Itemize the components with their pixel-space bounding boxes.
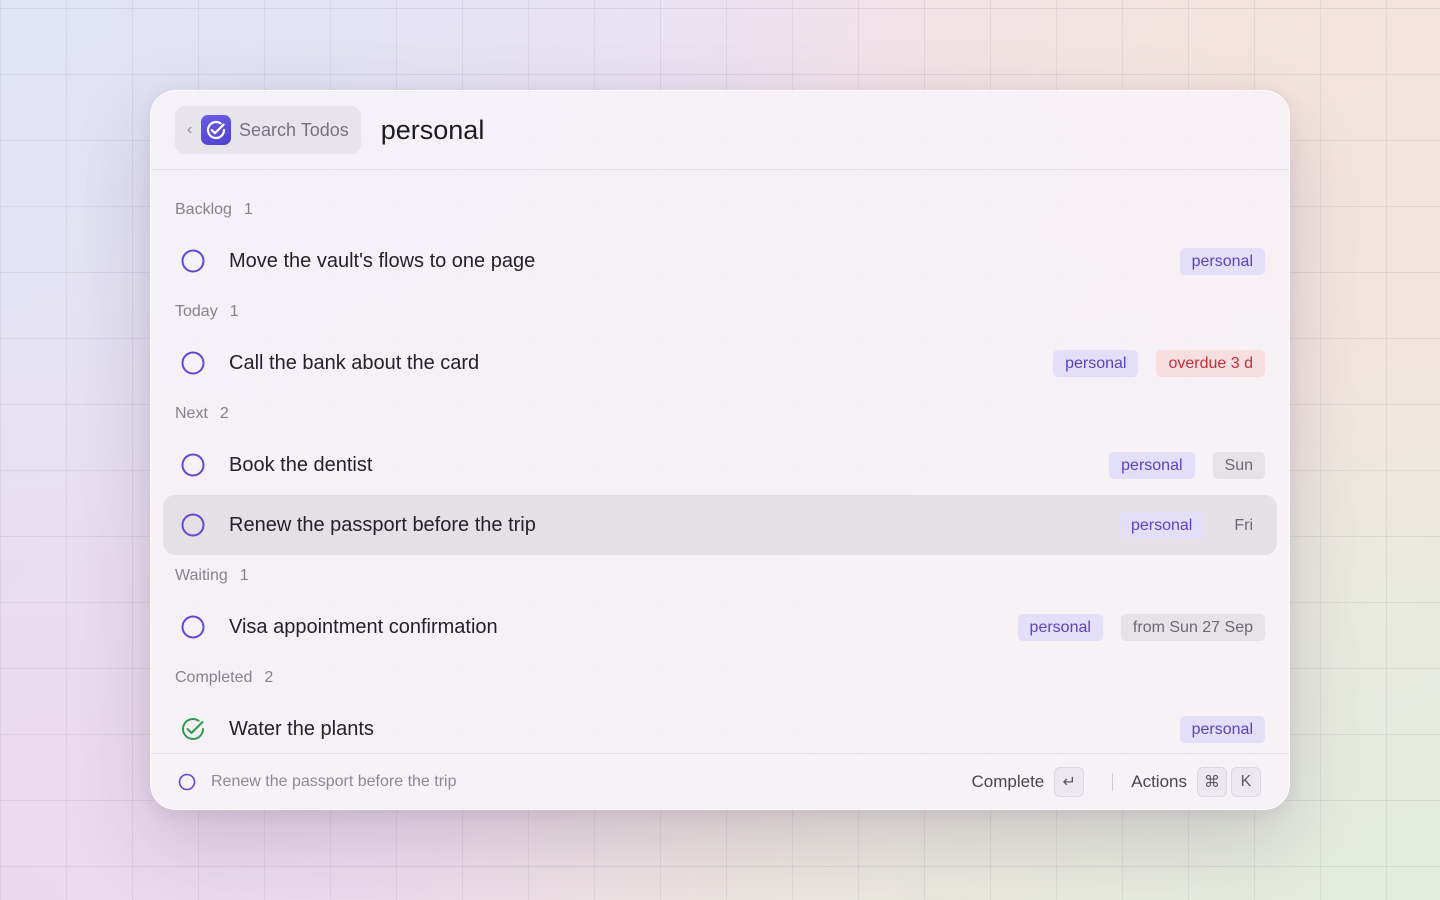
todo-tags: personal from Sun 27 Sep [1017, 613, 1265, 641]
k-key-hint: K [1231, 766, 1261, 797]
section-count: 1 [229, 303, 239, 320]
todo-circle-icon [178, 773, 196, 790]
selected-todo-title: Renew the passport before the trip [211, 772, 457, 790]
label-tag: personal [1017, 613, 1103, 641]
section-count: 2 [264, 669, 274, 686]
divider [1112, 772, 1114, 791]
section-name: Next [175, 405, 208, 422]
todo-tags: personal Fri [1118, 511, 1265, 539]
todo-check-icon [201, 115, 231, 145]
date-badge: Sun [1212, 451, 1265, 479]
search-header: ‹ Search Todos [151, 91, 1289, 170]
overdue-badge: overdue 3 d [1156, 349, 1265, 377]
enter-key-hint: ↵ [1054, 766, 1085, 797]
section-name: Completed [175, 669, 253, 686]
todo-title: Move the vault's flows to one page [229, 249, 536, 272]
actions-button[interactable]: Actions [1131, 772, 1187, 792]
section-name: Waiting [175, 567, 228, 584]
todo-circle-icon[interactable] [179, 247, 207, 275]
action-bar: Renew the passport before the trip Compl… [151, 753, 1289, 809]
completed-check-icon[interactable] [179, 715, 207, 743]
todo-circle-icon[interactable] [179, 451, 207, 479]
date-badge: Fri [1234, 516, 1253, 534]
todo-row[interactable]: Move the vault's flows to one page person… [163, 231, 1277, 291]
todo-circle-icon[interactable] [179, 511, 207, 539]
todo-circle-icon[interactable] [179, 349, 207, 377]
section-count: 1 [239, 567, 249, 584]
section-header-backlog: Backlog 1 [175, 201, 253, 219]
label-tag: personal [1109, 451, 1195, 479]
todo-title: Renew the passport before the trip [229, 513, 536, 536]
todo-row[interactable]: Renew the passport before the trip person… [163, 495, 1277, 555]
search-input[interactable] [380, 114, 1081, 146]
section-header-waiting: Waiting 1 [175, 567, 249, 585]
todo-row[interactable]: Visa appointment confirmation personal fro… [163, 597, 1277, 657]
chevron-left-icon: ‹ [187, 121, 193, 138]
section-header-today: Today 1 [175, 303, 239, 321]
label-tag: personal [1053, 349, 1139, 377]
section-name: Backlog [175, 201, 232, 218]
todo-tags: personal [1179, 247, 1265, 275]
todo-tags: personal overdue 3 d [1053, 349, 1265, 377]
section-count: 2 [219, 405, 229, 422]
todo-row[interactable]: Call the bank about the card personal over… [163, 333, 1277, 393]
todo-title: Visa appointment confirmation [229, 615, 498, 638]
label-tag: personal [1118, 511, 1205, 539]
section-header-completed: Completed 2 [175, 669, 273, 687]
todo-title: Call the bank about the card [229, 351, 480, 374]
launcher-window: ‹ Search Todos Backlog 1 Move the vault's … [150, 90, 1290, 810]
todo-row[interactable]: Book the dentist personal Sun [163, 435, 1277, 495]
command-key-hint: ⌘ [1197, 766, 1227, 797]
label-tag: personal [1179, 247, 1265, 275]
date-badge: from Sun 27 Sep [1120, 613, 1265, 641]
section-count: 1 [243, 201, 253, 218]
back-breadcrumb[interactable]: ‹ Search Todos [175, 106, 361, 154]
label-tag: personal [1179, 715, 1265, 743]
complete-button[interactable]: Complete [971, 772, 1044, 792]
todo-tags: personal [1179, 715, 1265, 743]
todo-circle-icon[interactable] [179, 613, 207, 641]
section-header-next: Next 2 [175, 405, 229, 423]
breadcrumb-label: Search Todos [239, 119, 349, 140]
todo-title: Water the plants [229, 717, 374, 740]
section-name: Today [175, 303, 218, 320]
todo-tags: personal Sun [1109, 451, 1265, 479]
todo-row[interactable]: Water the plants personal [163, 699, 1277, 759]
todo-title: Book the dentist [229, 453, 373, 476]
